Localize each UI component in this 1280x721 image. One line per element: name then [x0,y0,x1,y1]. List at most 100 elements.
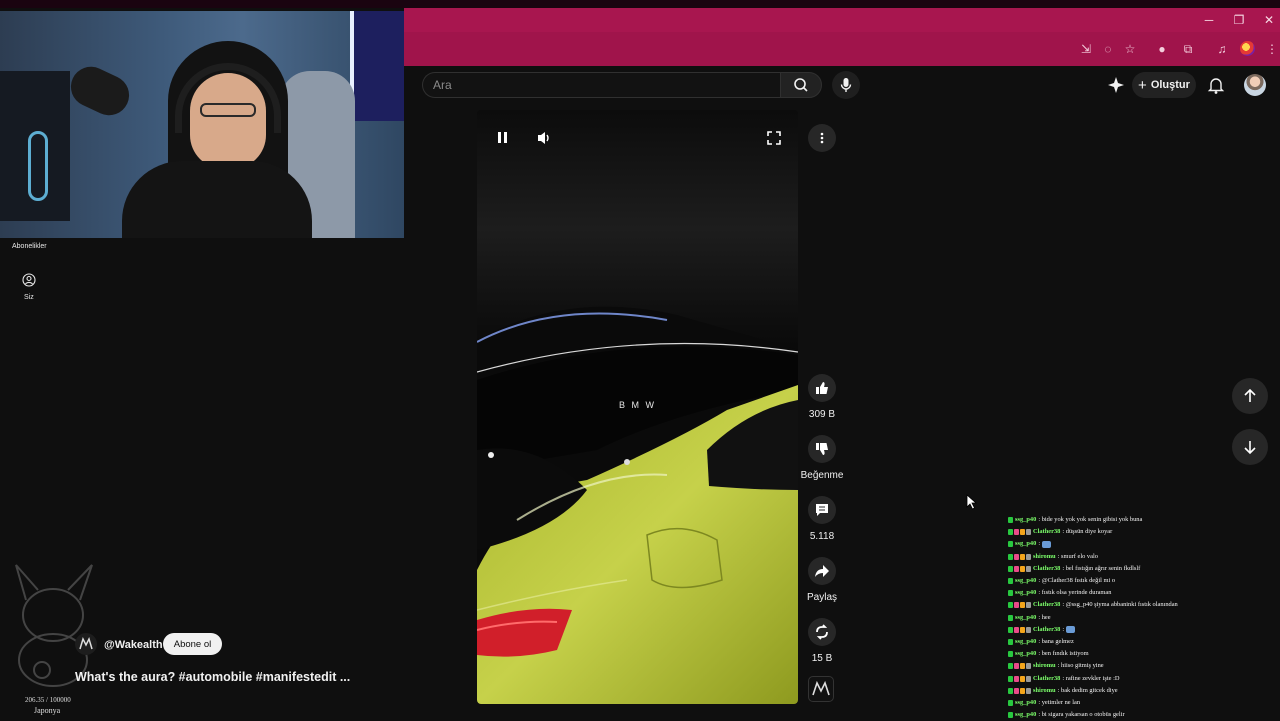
extension-icon[interactable]: ● [1152,40,1172,58]
voice-search-button[interactable] [832,71,860,99]
pikachu-overlay-image [15,564,93,687]
wall-banner [350,11,404,121]
video-title[interactable]: What's the aura? #automobile #manifested… [75,670,350,684]
chat-text: bel fıstığın ağrır senin fkdlslf [1065,564,1141,572]
microphone-icon [840,78,852,92]
chat-message: Clather38: @ssg_p40 şiyma abbaninki fıst… [1008,599,1278,611]
chat-badge-icon [1020,553,1025,560]
chat-badge-icon [1008,626,1013,633]
chat-username: ssg_p40 [1015,540,1037,548]
channel-avatar[interactable] [75,633,97,655]
chat-badges [1008,517,1013,524]
chat-badge-icon [1020,529,1025,536]
channel-handle[interactable]: @Wakealth [104,639,163,651]
chat-badge-icon [1020,675,1025,682]
studio-spark-button[interactable] [1106,74,1126,96]
chat-badge-icon [1020,602,1025,609]
chat-username: Clather38 [1033,625,1061,633]
minimize-button[interactable]: ─ [1196,10,1222,30]
account-avatar[interactable] [1244,74,1266,96]
chat-badges [1008,541,1013,548]
close-button[interactable]: ✕ [1256,10,1280,30]
media-controls-icon[interactable]: ♫ [1212,40,1232,58]
streaming-microphone [64,60,136,122]
chat-message: ssg_p40: yetimler ne lan [1008,697,1278,709]
like-button[interactable] [808,374,836,402]
chat-badge-icon [1014,687,1019,694]
chat-badges [1008,553,1031,560]
browser-profile-avatar[interactable] [1240,41,1255,56]
chat-badge-icon [1014,602,1019,609]
volume-button[interactable] [530,124,558,152]
share-button[interactable] [808,557,836,585]
chat-message: ssg_p40: @Clather38 fıstık değil mi o [1008,575,1278,587]
bookmark-star-icon[interactable]: ☆ [1120,40,1140,58]
chat-badges [1008,712,1013,719]
dislike-label: Beğenme [800,470,844,481]
bell-icon [1207,78,1225,94]
sparkle-icon [1108,77,1124,93]
chat-username: shiromu [1033,686,1056,694]
shorts-video-player[interactable]: B M W [477,110,798,704]
chat-badge-icon [1026,553,1031,560]
chat-badge-icon [1026,565,1031,572]
chat-message: ssg_p40: hee [1008,612,1278,624]
fullscreen-button[interactable] [760,124,788,152]
chat-username: ssg_p40 [1015,711,1037,719]
create-button[interactable]: + Oluştur [1132,72,1196,98]
chat-badge-icon [1008,602,1013,609]
subscribe-button[interactable]: Abone ol [163,633,222,655]
chat-text: ben fındık istiyom [1041,650,1089,658]
chat-badges [1008,529,1031,536]
chat-badges [1008,565,1031,572]
remix-button[interactable] [808,618,836,646]
comments-button[interactable] [808,496,836,524]
chat-text: bana gelmez [1041,637,1074,645]
share-icon [815,565,829,577]
share-label: Paylaş [806,592,837,603]
like-count: 309 B [808,409,836,420]
previous-short-button[interactable] [1232,378,1268,414]
chat-overlay: ssg_p40: bide yok yok yok senin gibisi y… [1008,514,1278,721]
chat-username: ssg_p40 [1015,577,1037,585]
search-input[interactable] [433,73,763,97]
search-button[interactable] [780,72,822,98]
puzzle-icon[interactable]: ⧉ [1178,40,1198,58]
chat-badges [1008,651,1013,658]
chat-username: Clather38 [1033,564,1061,572]
sidebar-item-you[interactable]: Siz [24,294,34,301]
eye-off-icon[interactable]: ◌ [1098,40,1118,58]
chat-message: Clather38: bel fıstığın ağrır senin fkdl… [1008,563,1278,575]
notifications-button[interactable] [1206,74,1226,96]
dislike-button[interactable] [808,435,836,463]
user-circle-icon[interactable] [22,273,36,287]
chat-username: shiromu [1033,662,1056,670]
chat-username: ssg_p40 [1015,637,1037,645]
mouse-cursor-icon [966,494,978,510]
more-options-button[interactable] [808,124,836,152]
chat-username: ssg_p40 [1015,516,1037,524]
chat-message: ssg_p40: bide yok yok yok senin gibisi y… [1008,514,1278,526]
next-short-button[interactable] [1232,429,1268,465]
menu-kebab-icon[interactable]: ⋮ [1262,40,1280,58]
chat-text: fıstık olsa yerinde duraman [1041,589,1112,597]
chat-badge-icon [1008,590,1013,597]
chat-message: Clather38: düşsün diye koyar [1008,526,1278,538]
remix-count: 15 B [811,653,833,664]
plus-icon: + [1138,76,1147,94]
sidebar-item-subscriptions[interactable]: Abonelikler [12,243,47,250]
chat-badges [1008,675,1031,682]
remix-icon [816,624,828,640]
chat-message: ssg_p40: bana gelmez [1008,636,1278,648]
wakealth-logo-icon [812,680,830,696]
thumbs-down-icon [816,443,828,455]
install-app-icon[interactable]: ⇲ [1076,40,1096,58]
pause-button[interactable] [489,124,517,152]
restore-button[interactable]: ❐ [1226,10,1252,30]
chat-badges [1008,626,1031,633]
chat-message: shiromu: smurf elo valo [1008,551,1278,563]
chat-badge-icon [1014,565,1019,572]
webcam-overlay [0,11,404,238]
fullscreen-icon [767,131,781,145]
audio-channel-thumbnail[interactable] [808,676,834,702]
